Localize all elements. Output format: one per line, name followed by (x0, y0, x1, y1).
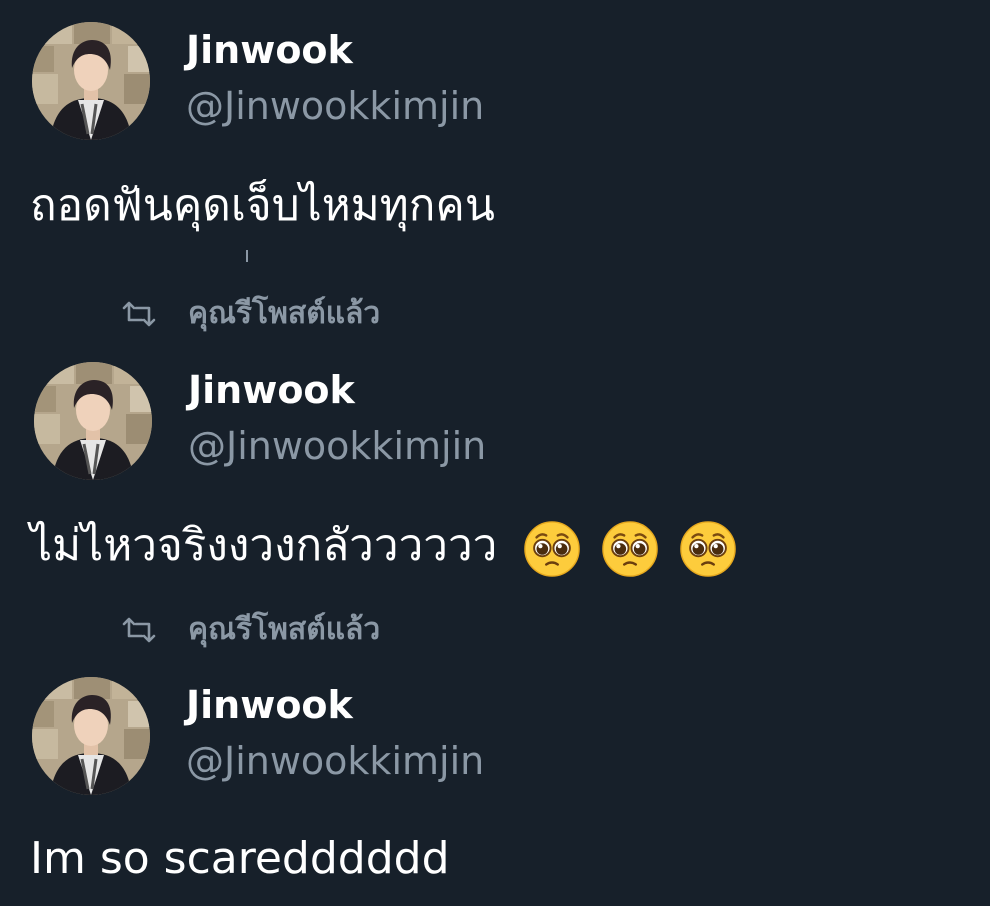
pleading-face-icon (523, 520, 581, 578)
avatar[interactable] (32, 677, 150, 795)
tweet-text: ไม่ไหวจริงงวงกลัวววววว (30, 518, 743, 578)
user-handle[interactable]: @Jinwookkimjin (186, 84, 484, 128)
retweet-label: คุณรีโพสต์แล้ว (188, 296, 381, 331)
retweet-context[interactable]: คุณรีโพสต์แล้ว (0, 292, 990, 336)
retweet-icon (120, 300, 158, 328)
display-name[interactable]: Jinwook (188, 368, 355, 412)
emoji-group (523, 519, 743, 578)
thread-connector (246, 250, 248, 262)
display-name[interactable]: Jinwook (186, 28, 353, 72)
pleading-face-icon (679, 520, 737, 578)
avatar[interactable] (34, 362, 152, 480)
display-name[interactable]: Jinwook (186, 683, 353, 727)
retweet-label: คุณรีโพสต์แล้ว (188, 612, 381, 647)
user-handle[interactable]: @Jinwookkimjin (186, 739, 484, 783)
avatar[interactable] (32, 22, 150, 140)
pleading-face-icon (601, 520, 659, 578)
tweet-text: Im so scaredddddd (30, 833, 450, 884)
tweet-text-content: ไม่ไหวจริงงวงกลัวววววว (30, 520, 498, 571)
retweet-icon (120, 616, 158, 644)
tweet-text: ถอดฟันคุดเจ็บไหมทุกคน (30, 180, 495, 231)
retweet-context[interactable]: คุณรีโพสต์แล้ว (0, 608, 990, 652)
user-handle[interactable]: @Jinwookkimjin (188, 424, 486, 468)
